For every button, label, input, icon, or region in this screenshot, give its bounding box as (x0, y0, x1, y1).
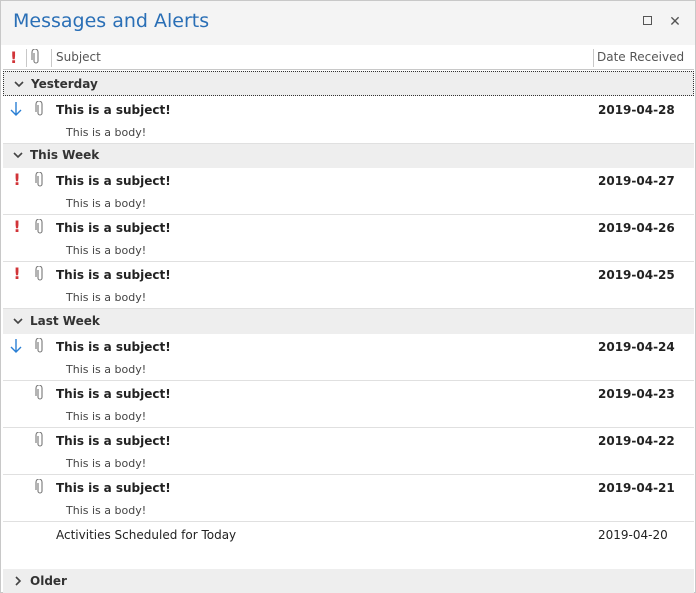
message-subject: This is a subject! (56, 340, 171, 354)
message-subject: This is a subject! (56, 268, 171, 282)
message-body: This is a body! (66, 457, 147, 470)
close-icon: ✕ (669, 14, 681, 30)
column-header: ! Subject Date Received (3, 46, 694, 70)
chevron-down-icon (14, 81, 24, 88)
message-subject: Activities Scheduled for Today (56, 528, 237, 542)
paperclip-icon (35, 384, 45, 401)
paperclip-icon (35, 337, 45, 354)
message-date: 2019-04-22 (598, 434, 675, 448)
maximize-button[interactable] (637, 12, 657, 32)
message-subject: This is a subject! (56, 387, 171, 401)
message-body: This is a body! (66, 197, 147, 210)
maximize-icon (642, 16, 652, 25)
paperclip-icon (31, 48, 39, 64)
message-date: 2019-04-25 (598, 268, 675, 282)
group-label: Older (30, 574, 67, 588)
message-body: This is a body! (66, 410, 147, 423)
message-row[interactable]: This is a subject! This is a body! 2019-04… (3, 381, 694, 428)
message-row[interactable]: This is a subject! This is a body! 2019-04… (3, 97, 694, 144)
chevron-down-icon (13, 152, 23, 159)
group-yesterday[interactable]: Yesterday (3, 71, 694, 96)
message-date: 2019-04-24 (598, 340, 675, 354)
low-importance-icon (9, 100, 22, 118)
high-importance-icon: ! (13, 264, 21, 283)
group-label: Last Week (30, 314, 100, 328)
message-row[interactable]: ! This is a subject! This is a body! 2019-0… (3, 262, 694, 309)
paperclip-icon (35, 265, 45, 282)
messages-window: Messages and Alerts ✕ ! Subject Date Rec… (0, 0, 696, 593)
paperclip-icon (35, 218, 45, 235)
paperclip-icon (35, 171, 45, 188)
message-row[interactable]: ! This is a subject! This is a body! 2019-0… (3, 168, 694, 215)
close-button[interactable]: ✕ (665, 12, 685, 32)
message-date: 2019-04-26 (598, 221, 675, 235)
column-divider[interactable] (26, 49, 27, 67)
attachment-column-header[interactable] (31, 46, 41, 69)
message-subject: This is a subject! (56, 481, 171, 495)
date-column-header[interactable]: Date Received (597, 46, 684, 69)
window-title: Messages and Alerts (13, 10, 210, 32)
message-date: 2019-04-21 (598, 481, 675, 495)
title-bar: Messages and Alerts ✕ (1, 1, 695, 45)
message-row[interactable]: This is a subject! This is a body! 2019-04… (3, 428, 694, 475)
column-divider[interactable] (593, 49, 594, 67)
group-label: Yesterday (31, 77, 98, 91)
message-date: 2019-04-20 (598, 528, 668, 542)
message-subject: This is a subject! (56, 174, 171, 188)
message-date: 2019-04-23 (598, 387, 675, 401)
message-subject: This is a subject! (56, 434, 171, 448)
paperclip-icon (35, 478, 45, 495)
message-body: This is a body! (66, 504, 147, 517)
message-row[interactable]: This is a subject! This is a body! 2019-04… (3, 475, 694, 522)
group-last-week[interactable]: Last Week (3, 309, 694, 334)
message-subject: This is a subject! (56, 221, 171, 235)
chevron-down-icon (13, 318, 23, 325)
group-label: This Week (30, 148, 100, 162)
message-subject: This is a subject! (56, 103, 171, 117)
paperclip-icon (35, 431, 45, 448)
message-row[interactable]: This is a subject! This is a body! 2019-04… (3, 334, 694, 381)
group-older[interactable]: Older (3, 569, 694, 593)
chevron-right-icon (15, 576, 22, 586)
message-body: This is a body! (66, 244, 147, 257)
importance-column-header[interactable]: ! (10, 46, 17, 69)
message-body: This is a body! (66, 291, 147, 304)
column-divider[interactable] (51, 49, 52, 67)
message-date: 2019-04-27 (598, 174, 675, 188)
message-body: This is a body! (66, 126, 147, 139)
high-importance-icon: ! (13, 170, 21, 189)
message-body: This is a body! (66, 363, 147, 376)
low-importance-icon (9, 337, 22, 355)
paperclip-icon (35, 100, 45, 117)
group-this-week[interactable]: This Week (3, 143, 694, 168)
message-row[interactable]: Activities Scheduled for Today 2019-04-20 (3, 522, 694, 568)
subject-column-header[interactable]: Subject (56, 46, 101, 69)
message-date: 2019-04-28 (598, 103, 675, 117)
message-row[interactable]: ! This is a subject! This is a body! 2019-0… (3, 215, 694, 262)
high-importance-icon: ! (13, 217, 21, 236)
